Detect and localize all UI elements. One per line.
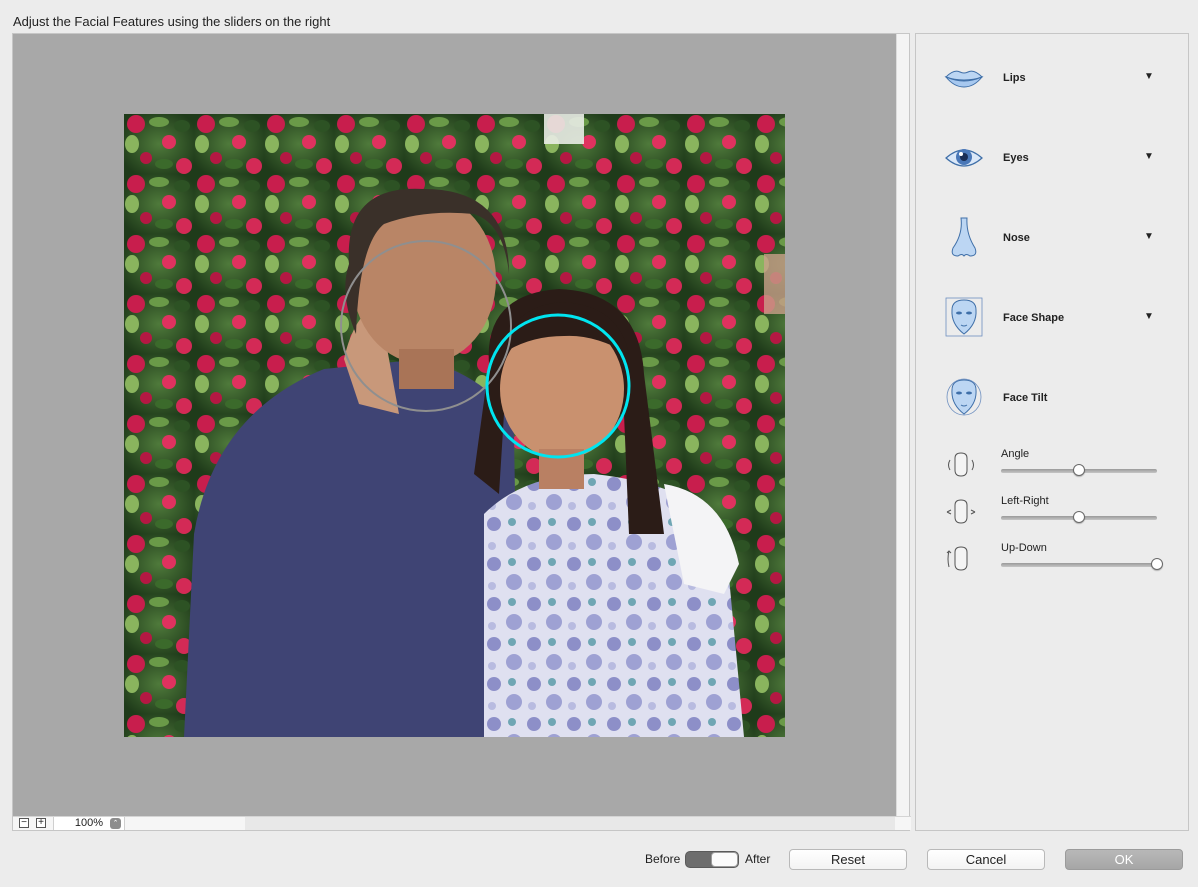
left-right-head-icon: [946, 499, 976, 524]
feature-lips-label: Lips: [1003, 72, 1026, 84]
feature-eyes-label: Eyes: [1003, 152, 1029, 164]
feature-face-tilt-label: Face Tilt: [1003, 392, 1048, 404]
angle-slider-row: Angle: [944, 442, 1164, 482]
face-circle-active: [485, 313, 631, 459]
angle-slider[interactable]: [1001, 464, 1157, 476]
up-down-label: Up-Down: [1001, 542, 1047, 554]
ok-button[interactable]: OK: [1065, 849, 1183, 870]
left-right-slider-row: Left-Right: [944, 489, 1164, 529]
feature-face-tilt-row: Face Tilt: [944, 376, 1174, 420]
vertical-scrollbar[interactable]: [896, 34, 909, 817]
up-down-slider-row: Up-Down: [944, 536, 1164, 576]
chevron-down-icon[interactable]: ▼: [1144, 311, 1154, 322]
reset-button[interactable]: Reset: [789, 849, 907, 870]
nose-icon: [951, 217, 977, 257]
chevron-down-icon[interactable]: ▼: [1144, 151, 1154, 162]
face-circle-inactive: [340, 240, 512, 412]
preview-canvas[interactable]: [13, 34, 896, 817]
before-label: Before: [645, 852, 681, 866]
feature-nose-label: Nose: [1003, 232, 1030, 244]
eye-icon: [945, 149, 983, 167]
lips-icon: [944, 70, 984, 88]
chevron-down-icon[interactable]: ▼: [1144, 231, 1154, 242]
angle-head-icon: [948, 452, 974, 477]
feature-lips-row[interactable]: Lips ▼: [944, 56, 1174, 100]
chevron-down-icon[interactable]: ▼: [1144, 71, 1154, 82]
up-down-slider-thumb[interactable]: [1151, 558, 1163, 570]
toggle-knob[interactable]: [711, 852, 738, 867]
face-selection-overlay[interactable]: [13, 34, 896, 817]
instructions-text: Adjust the Facial Features using the sli…: [13, 14, 331, 29]
feature-eyes-row[interactable]: Eyes ▼: [944, 136, 1174, 180]
angle-label: Angle: [1001, 448, 1030, 460]
up-down-head-icon: [946, 546, 968, 571]
angle-slider-thumb[interactable]: [1073, 464, 1085, 476]
after-label: After: [745, 852, 771, 866]
horizontal-scrollbar[interactable]: [245, 817, 895, 830]
left-right-slider[interactable]: [1001, 511, 1157, 523]
face-shape-icon: [945, 297, 983, 337]
feature-nose-row[interactable]: Nose ▼: [944, 216, 1174, 260]
feature-face-shape-row[interactable]: Face Shape ▼: [944, 296, 1174, 340]
before-after-toggle[interactable]: [685, 851, 739, 868]
zoom-stepper-icon[interactable]: ⌃: [110, 818, 121, 829]
preview-frame: − + 100% ⌃: [12, 33, 911, 831]
left-right-slider-thumb[interactable]: [1073, 511, 1085, 523]
zoom-out-button[interactable]: −: [19, 818, 29, 828]
zoom-bar: − + 100% ⌃: [13, 816, 911, 830]
up-down-slider[interactable]: [1001, 558, 1163, 570]
left-right-label: Left-Right: [1001, 495, 1049, 507]
face-tilt-icon: [946, 378, 982, 416]
cancel-button[interactable]: Cancel: [927, 849, 1045, 870]
zoom-in-button[interactable]: +: [36, 818, 46, 828]
feature-face-shape-label: Face Shape: [1003, 312, 1065, 324]
feature-panel: Lips ▼ Eyes ▼ Nose ▼ Face Shape ▼ Face T…: [915, 33, 1189, 831]
